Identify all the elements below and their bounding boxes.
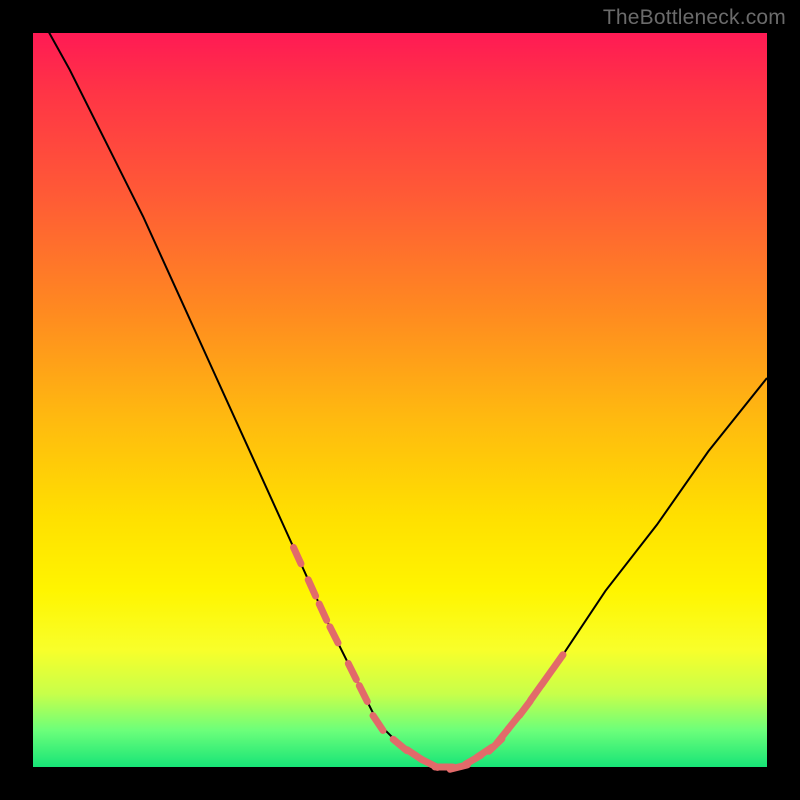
curve-marker-left-4 xyxy=(348,664,356,680)
curve-marker-left-1 xyxy=(308,580,315,596)
curve-marker-left-2 xyxy=(319,604,327,620)
curve-marker-right-7 xyxy=(542,670,552,685)
curve-svg xyxy=(33,33,767,767)
plot-area xyxy=(33,33,767,767)
curve-marker-right-6 xyxy=(531,686,541,701)
curve-marker-left-6 xyxy=(373,716,383,731)
curve-marker-right-8 xyxy=(553,655,563,670)
chart-frame: TheBottleneck.com xyxy=(0,0,800,800)
curve-group xyxy=(33,4,767,767)
curve-marker-left-3 xyxy=(330,627,338,643)
curve-marker-left-0 xyxy=(294,547,302,563)
curve-marker-right-5 xyxy=(519,701,530,715)
bottleneck-curve xyxy=(33,4,767,767)
watermark-text: TheBottleneck.com xyxy=(603,6,786,30)
curve-marker-left-5 xyxy=(359,686,367,702)
markers-group xyxy=(294,547,564,769)
